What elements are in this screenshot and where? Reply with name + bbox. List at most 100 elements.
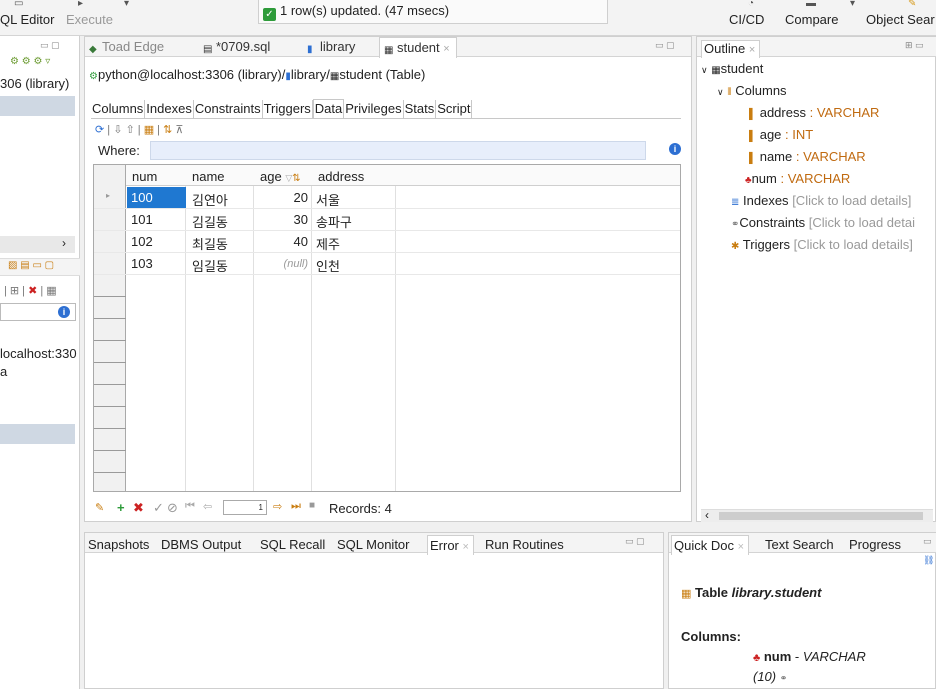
first-page-icon[interactable]: ⏮ <box>185 500 195 513</box>
horizontal-scrollbar[interactable]: ‹ <box>701 508 933 522</box>
panel-icons[interactable]: ▨ ▤ ▭ ▢ <box>8 260 54 271</box>
subtab-indexes[interactable]: Indexes <box>145 100 194 118</box>
subtab-triggers[interactable]: Triggers <box>263 100 313 118</box>
dropdown-icon[interactable]: ▾ <box>124 0 136 9</box>
last-page-icon[interactable]: ⏭ <box>291 500 301 513</box>
cell-num[interactable]: 100 <box>127 187 186 209</box>
column-header-name[interactable]: name <box>186 165 254 186</box>
minimize-icon[interactable]: ▭ ▢ <box>40 40 60 51</box>
next-page-icon[interactable]: ⇨ <box>273 500 282 513</box>
outline-constraints-node[interactable]: ⚭Constraints [Click to load detai <box>731 215 915 230</box>
breadcrumb-table[interactable]: student (Table) <box>339 67 425 82</box>
outline-column-address[interactable]: ▌ address : VARCHAR <box>749 105 879 120</box>
minimize-icon[interactable]: ▭ <box>923 536 932 547</box>
cicd-button[interactable]: CI/CD <box>729 12 764 27</box>
commit-icon[interactable]: ✓ <box>153 500 164 516</box>
compare-button[interactable]: Compare <box>785 12 838 27</box>
close-icon[interactable]: × <box>738 541 744 553</box>
object-search-button[interactable]: Object Sear <box>866 12 935 27</box>
cell-address[interactable]: 송파구 <box>316 209 352 231</box>
add-row-icon[interactable]: + <box>117 500 125 515</box>
column-header-address[interactable]: address <box>312 165 396 186</box>
where-input[interactable] <box>150 141 646 160</box>
close-icon[interactable]: × <box>463 541 469 553</box>
selected-row[interactable] <box>0 96 75 116</box>
cell-name[interactable]: 최길동 <box>192 231 228 253</box>
outline-table-node[interactable]: ∨ ▦student <box>701 61 763 76</box>
outline-columns-node[interactable]: ∨ ⦀ Columns <box>717 83 787 98</box>
outline-column-name[interactable]: ▌ name : VARCHAR <box>749 149 866 164</box>
chevron-right-icon[interactable]: › <box>62 236 66 250</box>
outline-indexes-node[interactable]: ≣ Indexes [Click to load details] <box>731 193 911 208</box>
dropdown-icon[interactable]: ▾ <box>850 0 862 9</box>
delete-row-icon[interactable]: ✖ <box>133 500 144 516</box>
subtab-privileges[interactable]: Privileges <box>344 100 404 118</box>
selected-row-2[interactable] <box>0 424 75 444</box>
tab-sql-recall[interactable]: SQL Recall <box>260 537 325 552</box>
sort-icon[interactable]: ⇅ <box>163 124 172 136</box>
cancel-icon[interactable]: ⊘ <box>167 500 178 516</box>
link-icon[interactable]: ⛓ <box>923 555 934 566</box>
subtab-stats[interactable]: Stats <box>404 100 437 118</box>
tab-student[interactable]: ▦ student × <box>379 37 457 58</box>
cell-address[interactable]: 제주 <box>316 231 340 253</box>
prev-page-icon[interactable]: ⇦ <box>203 500 212 513</box>
tab-text-search[interactable]: Text Search <box>765 537 834 552</box>
subtab-script[interactable]: Script <box>436 100 473 118</box>
tab-toad-edge[interactable]: ◆ Toad Edge <box>89 39 164 55</box>
subtab-data[interactable]: Data <box>312 99 345 118</box>
breadcrumb-schema[interactable]: library/ <box>291 67 330 82</box>
chevron-down-icon[interactable]: ∨ <box>701 65 708 75</box>
minimize-maximize-icon[interactable]: ⊞ ▭ <box>905 40 924 51</box>
tab-sql-file[interactable]: ▤ *0709.sql <box>203 39 270 55</box>
close-icon[interactable]: × <box>749 44 755 56</box>
grid-icon[interactable]: ▦ <box>144 124 154 136</box>
connection-icons[interactable]: ⚙ ⚙ ⚙ ▿ <box>10 56 50 67</box>
cell-num[interactable]: 103 <box>131 253 153 275</box>
schema-label[interactable]: a <box>0 364 7 379</box>
breadcrumb-connection[interactable]: python@localhost:3306 (library)/ <box>98 67 285 82</box>
tab-library[interactable]: ▮ library <box>307 39 355 55</box>
page-number-input[interactable]: 1 <box>223 500 267 515</box>
outline-column-age[interactable]: ▌ age : INT <box>749 127 813 142</box>
sort-icon[interactable]: ⇅ <box>292 173 300 184</box>
cell-name[interactable]: 김연아 <box>192 187 228 209</box>
refresh-icon[interactable]: ⟳ <box>95 124 104 136</box>
tab-dbms-output[interactable]: DBMS Output <box>161 537 241 552</box>
filter-icon[interactable]: ⊼ <box>175 124 183 136</box>
edit-icon[interactable]: ✎ <box>95 501 104 514</box>
panel-tool-icons[interactable]: | ⊞ | ✖ | ▦ <box>4 284 57 297</box>
cell-name[interactable]: 김길동 <box>192 209 228 231</box>
tab-progress[interactable]: Progress <box>849 537 901 552</box>
column-header-num[interactable]: num <box>126 165 186 186</box>
tab-run-routines[interactable]: Run Routines <box>485 537 564 552</box>
subtab-constraints[interactable]: Constraints <box>194 100 263 118</box>
scrollbar-thumb[interactable] <box>719 512 923 520</box>
export-icon[interactable]: ⇩ <box>113 124 122 136</box>
close-icon[interactable]: × <box>443 43 449 55</box>
cell-age[interactable]: 30 <box>254 209 308 231</box>
connection-label-2[interactable]: localhost:330 <box>0 346 77 361</box>
outline-triggers-node[interactable]: ✱ Triggers [Click to load details] <box>731 237 913 252</box>
cell-age[interactable]: 40 <box>254 231 308 253</box>
import-icon[interactable]: ⇧ <box>125 124 134 136</box>
execute-button[interactable]: Execute <box>66 12 113 27</box>
minimize-maximize-icon[interactable]: ▭ ▢ <box>625 536 645 547</box>
outline-column-num[interactable]: ♣num : VARCHAR <box>745 171 850 186</box>
column-header-age[interactable]: age ▽⇅ <box>254 165 312 186</box>
stop-icon[interactable]: ■ <box>309 500 315 511</box>
connection-label[interactable]: 306 (library) <box>0 76 69 91</box>
chevron-down-icon[interactable]: ∨ <box>717 87 724 97</box>
tab-error[interactable]: Error × <box>427 535 474 555</box>
tab-sql-monitor[interactable]: SQL Monitor <box>337 537 410 552</box>
cell-address[interactable]: 서울 <box>316 187 340 209</box>
subtab-columns[interactable]: Columns <box>91 100 146 118</box>
cell-age[interactable]: 20 <box>254 187 308 209</box>
tab-snapshots[interactable]: Snapshots <box>88 537 149 552</box>
cell-num[interactable]: 102 <box>131 231 153 253</box>
chevron-left-icon[interactable]: ‹ <box>705 508 709 522</box>
cell-address[interactable]: 인천 <box>316 253 340 275</box>
cell-name[interactable]: 임길동 <box>192 253 228 275</box>
sql-editor-button[interactable]: QL Editor <box>0 12 54 27</box>
tab-outline[interactable]: Outline × <box>701 40 761 58</box>
